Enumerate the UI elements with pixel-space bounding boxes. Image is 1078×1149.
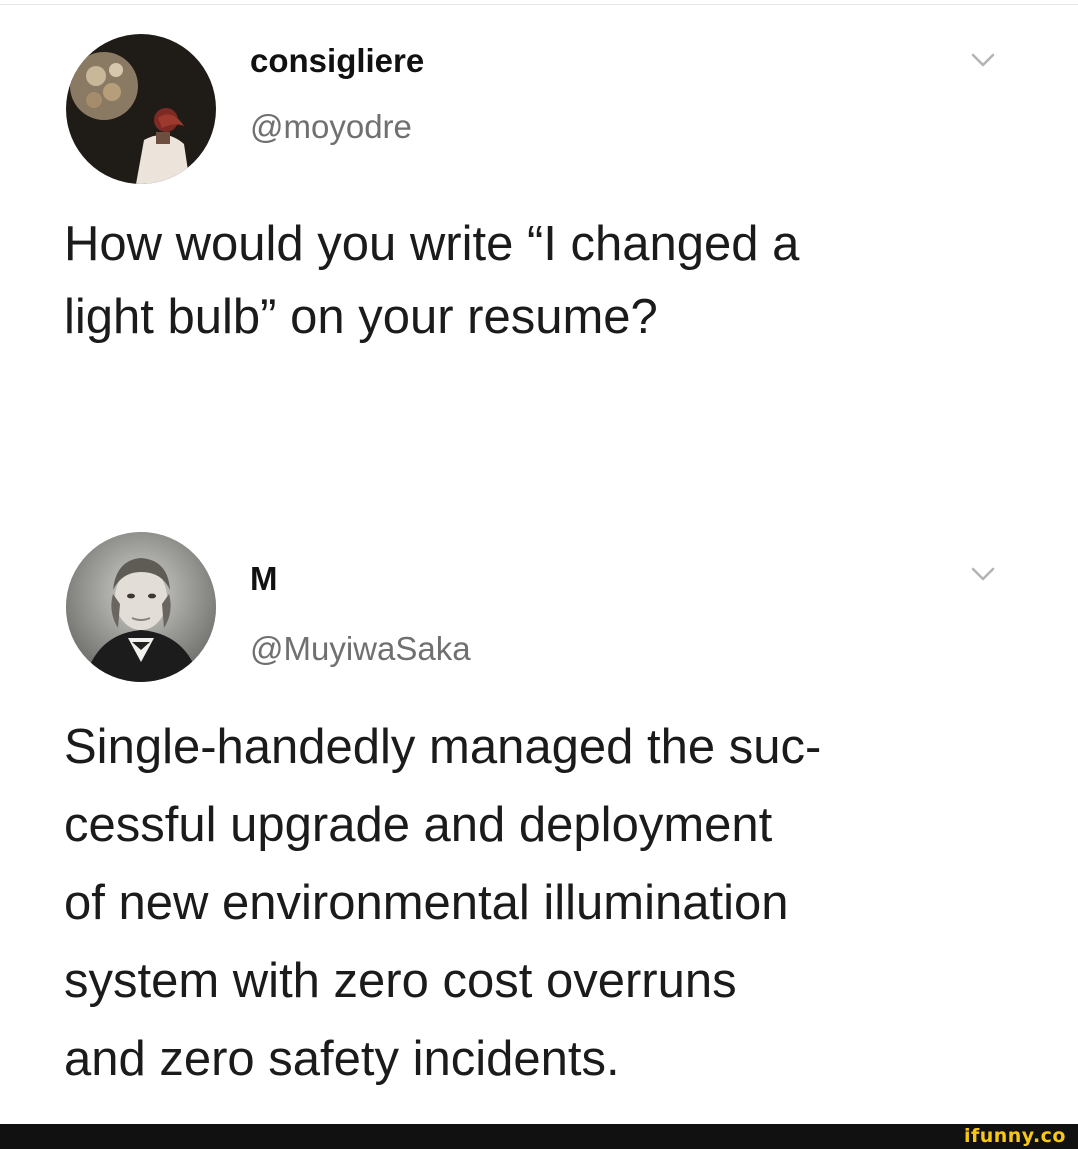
chevron-down-icon[interactable] [970, 50, 996, 70]
chevron-down-icon[interactable] [970, 564, 996, 584]
avatar-portrait-icon [66, 532, 216, 682]
avatar-illustration-icon [66, 34, 216, 184]
avatar-m[interactable] [66, 532, 216, 682]
tweet-card-question: consigliere @moyodre How would you write… [0, 20, 1078, 440]
tweet-text: Single-handedly managed the suc- cessful… [64, 720, 822, 1086]
user-handle[interactable]: @MuyiwaSaka [250, 630, 471, 668]
tweet-card-reply: M @MuyiwaSaka Single-handedly managed th… [0, 530, 1078, 1120]
top-divider [0, 4, 1078, 5]
ifunny-watermark: ifunny.co [963, 1125, 1066, 1147]
display-name[interactable]: consigliere [250, 42, 424, 80]
tweet-text: How would you write “I changed a light b… [64, 217, 800, 344]
user-handle[interactable]: @moyodre [250, 108, 412, 146]
display-name[interactable]: M [250, 560, 278, 598]
footer-bar: ifunny.co [0, 1124, 1078, 1149]
avatar-consigliere[interactable] [66, 34, 216, 184]
